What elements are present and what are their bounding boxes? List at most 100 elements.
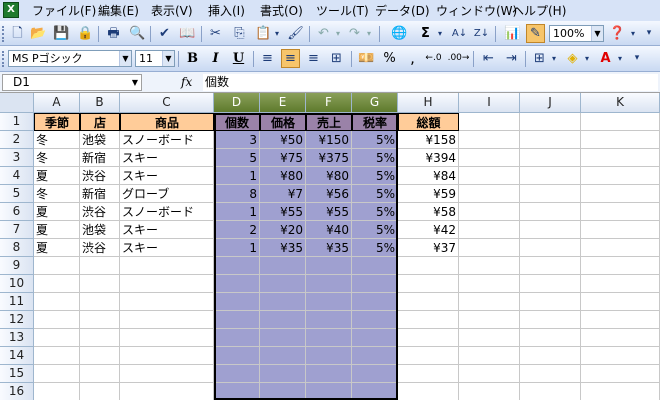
cell-I9[interactable] [459,257,520,275]
header-cell[interactable]: 個数 [214,113,260,131]
cell-J6[interactable] [520,203,581,221]
cell-F16[interactable] [306,383,352,400]
cell-F2[interactable]: ¥150 [306,131,352,149]
cell-C11[interactable] [120,293,214,311]
column-header-k[interactable]: K [581,93,660,113]
cell-E2[interactable]: ¥50 [260,131,306,149]
cell-B8[interactable]: 渋谷 [80,239,120,257]
cell-C7[interactable]: スキー [120,221,214,239]
cell-D15[interactable] [214,365,260,383]
merge-center-icon[interactable]: ⊞ [327,49,346,68]
cell-B12[interactable] [80,311,120,329]
fill-color-icon[interactable]: ◈ [563,49,582,68]
cell-G15[interactable] [352,365,398,383]
paste-dropdown-icon[interactable]: ▾ [272,24,282,43]
new-icon[interactable]: 🗋 [8,24,27,43]
menu-data[interactable]: データ(D) [375,3,430,19]
cell-H14[interactable] [398,347,459,365]
row-header-6[interactable]: 6 [0,203,34,221]
cell-F3[interactable]: ¥375 [306,149,352,167]
undo-icon[interactable]: ↶ [314,24,333,43]
cell-B7[interactable]: 池袋 [80,221,120,239]
cell-G13[interactable] [352,329,398,347]
cell-H15[interactable] [398,365,459,383]
cell-F8[interactable]: ¥35 [306,239,352,257]
cell-A6[interactable]: 夏 [34,203,80,221]
underline-icon[interactable]: U [229,49,248,68]
row-header-15[interactable]: 15 [0,365,34,383]
column-header-i[interactable]: I [459,93,520,113]
font-size-select[interactable]: 11 ▼ [135,50,175,67]
cell-A3[interactable]: 冬 [34,149,80,167]
cell-I13[interactable] [459,329,520,347]
cell-I8[interactable] [459,239,520,257]
row-header-13[interactable]: 13 [0,329,34,347]
cell-I5[interactable] [459,185,520,203]
sort-descending-icon[interactable]: Z↓ [472,24,491,43]
cell-G3[interactable]: 5% [352,149,398,167]
row-header-1[interactable]: 1 [0,113,34,131]
cell-E15[interactable] [260,365,306,383]
column-header-b[interactable]: B [80,93,120,113]
bold-icon[interactable]: B [183,49,202,68]
italic-icon[interactable]: I [206,49,225,68]
cell-D4[interactable]: 1 [214,167,260,185]
cell-C8[interactable]: スキー [120,239,214,257]
header-cell[interactable]: 税率 [352,113,398,131]
cell-C3[interactable]: スキー [120,149,214,167]
cell-E4[interactable]: ¥80 [260,167,306,185]
header-cell[interactable]: 総額 [398,113,459,131]
chevron-down-icon[interactable]: ▼ [162,51,174,66]
cell-E6[interactable]: ¥55 [260,203,306,221]
font-color-icon[interactable]: A [596,49,615,68]
cell-B6[interactable]: 渋谷 [80,203,120,221]
cell-B14[interactable] [80,347,120,365]
cell-D11[interactable] [214,293,260,311]
row-header-2[interactable]: 2 [0,131,34,149]
cell-C12[interactable] [120,311,214,329]
align-center-icon[interactable]: ≡ [281,49,300,68]
cell-G7[interactable]: 5% [352,221,398,239]
cell-C10[interactable] [120,275,214,293]
print-icon[interactable]: 🖶 [104,24,123,43]
cell-J4[interactable] [520,167,581,185]
formula-input[interactable]: 個数 [203,74,658,91]
cell-B13[interactable] [80,329,120,347]
chart-wizard-icon[interactable]: 📊 [503,24,522,43]
cell-I6[interactable] [459,203,520,221]
cell-E5[interactable]: ¥7 [260,185,306,203]
increase-indent-icon[interactable]: ⇥ [502,49,521,68]
cell-F10[interactable] [306,275,352,293]
header-cell[interactable]: 季節 [34,113,80,131]
cell-I10[interactable] [459,275,520,293]
cell-G14[interactable] [352,347,398,365]
toolbar-options-icon[interactable]: ▾ [630,49,644,68]
open-icon[interactable]: 📂 [29,24,48,43]
cell-C16[interactable] [120,383,214,400]
menu-help[interactable]: ヘルプ(H) [512,3,566,19]
spelling-icon[interactable]: ✔ [155,24,174,43]
cell-K2[interactable] [581,131,660,149]
cell-D6[interactable]: 1 [214,203,260,221]
align-left-icon[interactable]: ≡ [258,49,277,68]
font-name-select[interactable]: MS Pゴシック ▼ [8,50,132,67]
cell-E10[interactable] [260,275,306,293]
cell-B16[interactable] [80,383,120,400]
cell-K7[interactable] [581,221,660,239]
row-header-3[interactable]: 3 [0,149,34,167]
header-cell[interactable]: 価格 [260,113,306,131]
cell-G6[interactable]: 5% [352,203,398,221]
cell-J13[interactable] [520,329,581,347]
toolbar-grip[interactable] [2,51,7,67]
cell-H10[interactable] [398,275,459,293]
cell-H4[interactable]: ¥84 [398,167,459,185]
row-header-16[interactable]: 16 [0,383,34,400]
cell-D14[interactable] [214,347,260,365]
font-color-dropdown-icon[interactable]: ▾ [615,49,625,68]
column-header-j[interactable]: J [520,93,581,113]
cell-A8[interactable]: 夏 [34,239,80,257]
cell-D2[interactable]: 3 [214,131,260,149]
cell-E13[interactable] [260,329,306,347]
column-header-g[interactable]: G [352,93,398,113]
chevron-down-icon[interactable]: ▼ [132,75,138,90]
